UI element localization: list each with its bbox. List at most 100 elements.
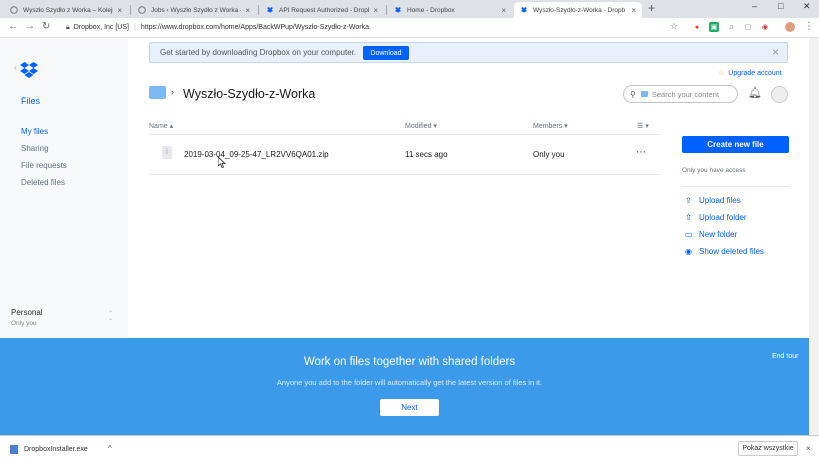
search-input[interactable]: ⚲ Search your content [623, 85, 738, 103]
url-text: https://www.dropbox.com/home/Apps/BackWP… [140, 24, 369, 31]
browser-tab[interactable]: Wyszło Szydło z Worka – Kolejn… × [4, 2, 128, 18]
sidebar-section-title[interactable]: Files [21, 96, 40, 106]
reload-icon[interactable]: ↻ [42, 21, 50, 32]
sidebar-item-sharing[interactable]: Sharing [21, 144, 49, 153]
list-view-toggle-icon[interactable]: ☰ ▾ [637, 122, 649, 130]
avatar[interactable] [771, 86, 788, 103]
minimize-icon[interactable]: – [752, 1, 757, 11]
file-name[interactable]: 2019-03-04_09-25-47_LR2VV6QA01.zip [184, 150, 329, 159]
breadcrumb-chevron-icon: › [171, 87, 174, 97]
column-label: Name [149, 123, 168, 130]
folder-icon [641, 91, 648, 97]
download-file-name: DropboxInstaller.exe [24, 446, 88, 453]
upload-files-action[interactable]: ⇪ Upload files [685, 196, 741, 205]
file-modified: 11 secs ago [405, 150, 448, 159]
close-icon[interactable]: × [772, 45, 779, 59]
sort-arrow-icon: ▴ [169, 123, 174, 130]
access-text: Only you have access [682, 167, 746, 174]
dropbox-logo-icon[interactable] [20, 62, 38, 80]
bell-icon[interactable]: 🔔︎ [748, 86, 762, 99]
sidebar: ‹ Files My files Sharing File requests D… [0, 38, 128, 338]
sidebar-item-deleted-files[interactable]: Deleted files [21, 178, 65, 187]
address-bar-row: ← → ↻ 🔒︎ Dropbox, Inc [US] | https://www… [0, 18, 819, 38]
globe-icon [138, 6, 146, 14]
extension-icon[interactable]: ● [692, 22, 702, 32]
tour-next-button[interactable]: Next [380, 399, 439, 416]
window-close-icon[interactable]: ✕ [803, 1, 811, 12]
upgrade-account-link[interactable]: ☆ Upgrade account [718, 69, 782, 77]
dropbox-icon [394, 6, 402, 14]
close-icon[interactable]: × [373, 6, 378, 15]
close-icon[interactable]: × [117, 6, 122, 15]
eye-icon: ◉ [685, 247, 692, 256]
account-name[interactable]: Personal [11, 308, 43, 317]
dropbox-icon [266, 6, 274, 14]
column-header-members[interactable]: Members ▾ [533, 122, 568, 130]
extension-icon[interactable]: ▢ [743, 22, 753, 32]
dropbox-icon [520, 6, 528, 14]
profile-avatar[interactable] [785, 22, 795, 32]
browser-tab-active[interactable]: Wyszło-Szydło-z-Worka - Dropb × [514, 2, 642, 18]
tab-title: Wyszło-Szydło-z-Worka - Dropb [533, 6, 626, 14]
star-icon: ☆ [718, 70, 725, 77]
forward-icon[interactable]: → [25, 21, 35, 32]
show-all-downloads-button[interactable]: Pokaż wszystkie [738, 441, 798, 456]
column-header-name[interactable]: Name ▴ [149, 122, 173, 130]
sidebar-item-my-files[interactable]: My files [21, 127, 48, 136]
zip-file-icon: ⁞ [162, 146, 172, 159]
tab-title: API Request Authorized - Dropb [279, 6, 370, 14]
collapse-chevron-icon[interactable]: ‹ [14, 65, 16, 72]
globe-icon [10, 6, 18, 14]
extension-icon[interactable]: ▣ [709, 22, 719, 32]
divider [149, 134, 660, 135]
browser-tab[interactable]: Home - Dropbox × [388, 2, 512, 18]
more-options-icon[interactable]: ⋯ [636, 147, 646, 158]
search-placeholder: Search your content [651, 89, 719, 99]
upload-folder-icon: ⇪ [685, 213, 692, 222]
action-label: Upload folder [699, 213, 747, 222]
divider [149, 174, 660, 175]
url-bar[interactable]: 🔒︎ Dropbox, Inc [US] | https://www.dropb… [60, 20, 660, 35]
mouse-cursor-icon [217, 156, 227, 170]
new-tab-button[interactable]: + [648, 1, 655, 15]
download-bar: DropboxInstaller.exe ^ Pokaż wszystkie × [0, 435, 819, 461]
upload-file-icon: ⇪ [685, 196, 692, 205]
scrollbar[interactable] [809, 38, 819, 435]
url-separator: | [133, 24, 136, 31]
extension-icon[interactable]: ♫ [726, 22, 736, 32]
close-icon[interactable]: × [631, 6, 636, 15]
sidebar-item-file-requests[interactable]: File requests [21, 161, 67, 170]
column-header-modified[interactable]: Modified ▾ [405, 122, 437, 130]
account-switch-icon[interactable]: ⌃ ⌄ [108, 311, 113, 322]
download-item[interactable]: DropboxInstaller.exe [10, 445, 88, 454]
divider [682, 186, 789, 187]
tab-title: Wyszło Szydło z Worka – Kolejn… [23, 6, 114, 14]
action-label: New folder [699, 230, 738, 239]
search-icon: ⚲ [630, 89, 636, 99]
action-label: Show deleted files [699, 247, 764, 256]
new-folder-action[interactable]: ▭ New folder [685, 230, 737, 239]
bookmark-star-icon[interactable]: ☆ [670, 21, 678, 32]
close-icon[interactable]: × [501, 6, 506, 15]
lock-icon: 🔒︎ [66, 23, 70, 31]
close-icon[interactable]: × [245, 6, 250, 15]
browser-tab[interactable]: Jobs ‹ Wyszło Szydło z Worka — × [132, 2, 256, 18]
tab-title: Home - Dropbox [407, 6, 455, 14]
chevron-up-icon[interactable]: ^ [108, 444, 112, 453]
create-new-file-button[interactable]: Create new file [682, 136, 789, 153]
extension-icon[interactable]: ◉ [760, 22, 770, 32]
tab-divider [258, 5, 259, 15]
exe-file-icon [10, 445, 18, 454]
close-icon[interactable]: × [806, 444, 811, 453]
new-folder-icon: ▭ [685, 230, 693, 239]
upload-folder-action[interactable]: ⇪ Upload folder [685, 213, 747, 222]
tour-overlay: Work on files together with shared folde… [0, 338, 809, 435]
folder-icon[interactable] [149, 86, 166, 99]
end-tour-link[interactable]: End tour [772, 353, 798, 360]
menu-icon[interactable]: ⋮ [804, 21, 814, 32]
browser-tab[interactable]: API Request Authorized - Dropb × [260, 2, 384, 18]
download-button[interactable]: Download [363, 46, 409, 60]
back-icon[interactable]: ← [8, 21, 18, 32]
maximize-icon[interactable]: □ [778, 1, 783, 11]
show-deleted-files-action[interactable]: ◉ Show deleted files [685, 247, 764, 256]
